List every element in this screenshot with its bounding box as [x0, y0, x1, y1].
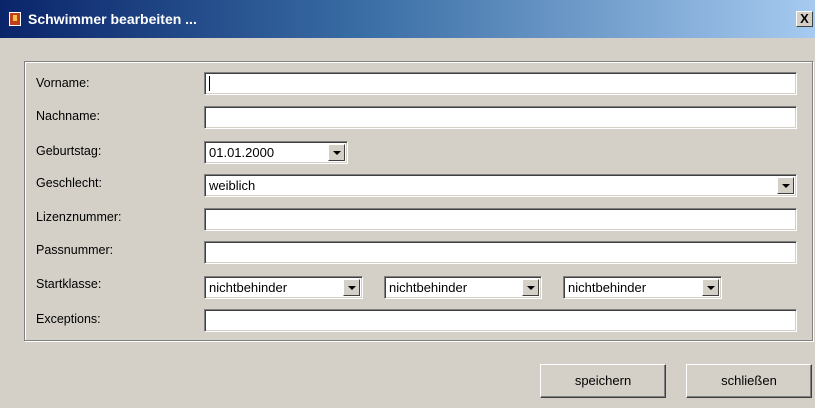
vorname-label: Vorname: [36, 76, 90, 90]
save-button[interactable]: speichern [540, 364, 666, 398]
startklasse-select-3[interactable]: nichtbehinder [563, 276, 722, 299]
close-button[interactable]: X [796, 11, 813, 27]
geschlecht-value: weiblich [209, 178, 256, 193]
nachname-input[interactable] [204, 106, 797, 129]
nachname-label: Nachname: [36, 109, 100, 123]
text-caret [209, 76, 210, 91]
close-dialog-button[interactable]: schließen [686, 364, 812, 398]
chevron-down-icon[interactable] [777, 177, 794, 194]
geschlecht-label: Geschlecht: [36, 176, 103, 190]
chevron-down-icon[interactable] [328, 144, 345, 161]
geburtstag-date-picker[interactable]: 01.01.2000 [204, 141, 348, 164]
startklasse-select-2[interactable]: nichtbehinder [384, 276, 542, 299]
geburtstag-label: Geburtstag: [36, 144, 102, 158]
window-title: Schwimmer bearbeiten ... [28, 11, 197, 27]
startklasse-value-2: nichtbehinder [389, 280, 468, 295]
lizenznummer-input[interactable] [204, 208, 797, 231]
exceptions-input[interactable] [204, 309, 797, 332]
startklasse-value-1: nichtbehinder [209, 280, 288, 295]
passnummer-label: Passnummer: [36, 243, 114, 257]
chevron-down-icon[interactable] [702, 279, 719, 296]
startklasse-label: Startklasse: [36, 277, 102, 291]
lizenznummer-label: Lizenznummer: [36, 210, 122, 224]
exceptions-label: Exceptions: [36, 312, 101, 326]
startklasse-select-1[interactable]: nichtbehinder [204, 276, 363, 299]
form-group-box [24, 61, 813, 341]
geschlecht-select[interactable]: weiblich [204, 174, 797, 197]
chevron-down-icon[interactable] [522, 279, 539, 296]
geburtstag-value: 01.01.2000 [209, 145, 275, 160]
title-bar: Schwimmer bearbeiten ... X [0, 0, 815, 38]
startklasse-value-3: nichtbehinder [568, 280, 647, 295]
chevron-down-icon[interactable] [343, 279, 360, 296]
vorname-input[interactable] [204, 72, 797, 95]
app-icon [9, 12, 21, 26]
passnummer-input[interactable] [204, 241, 797, 264]
